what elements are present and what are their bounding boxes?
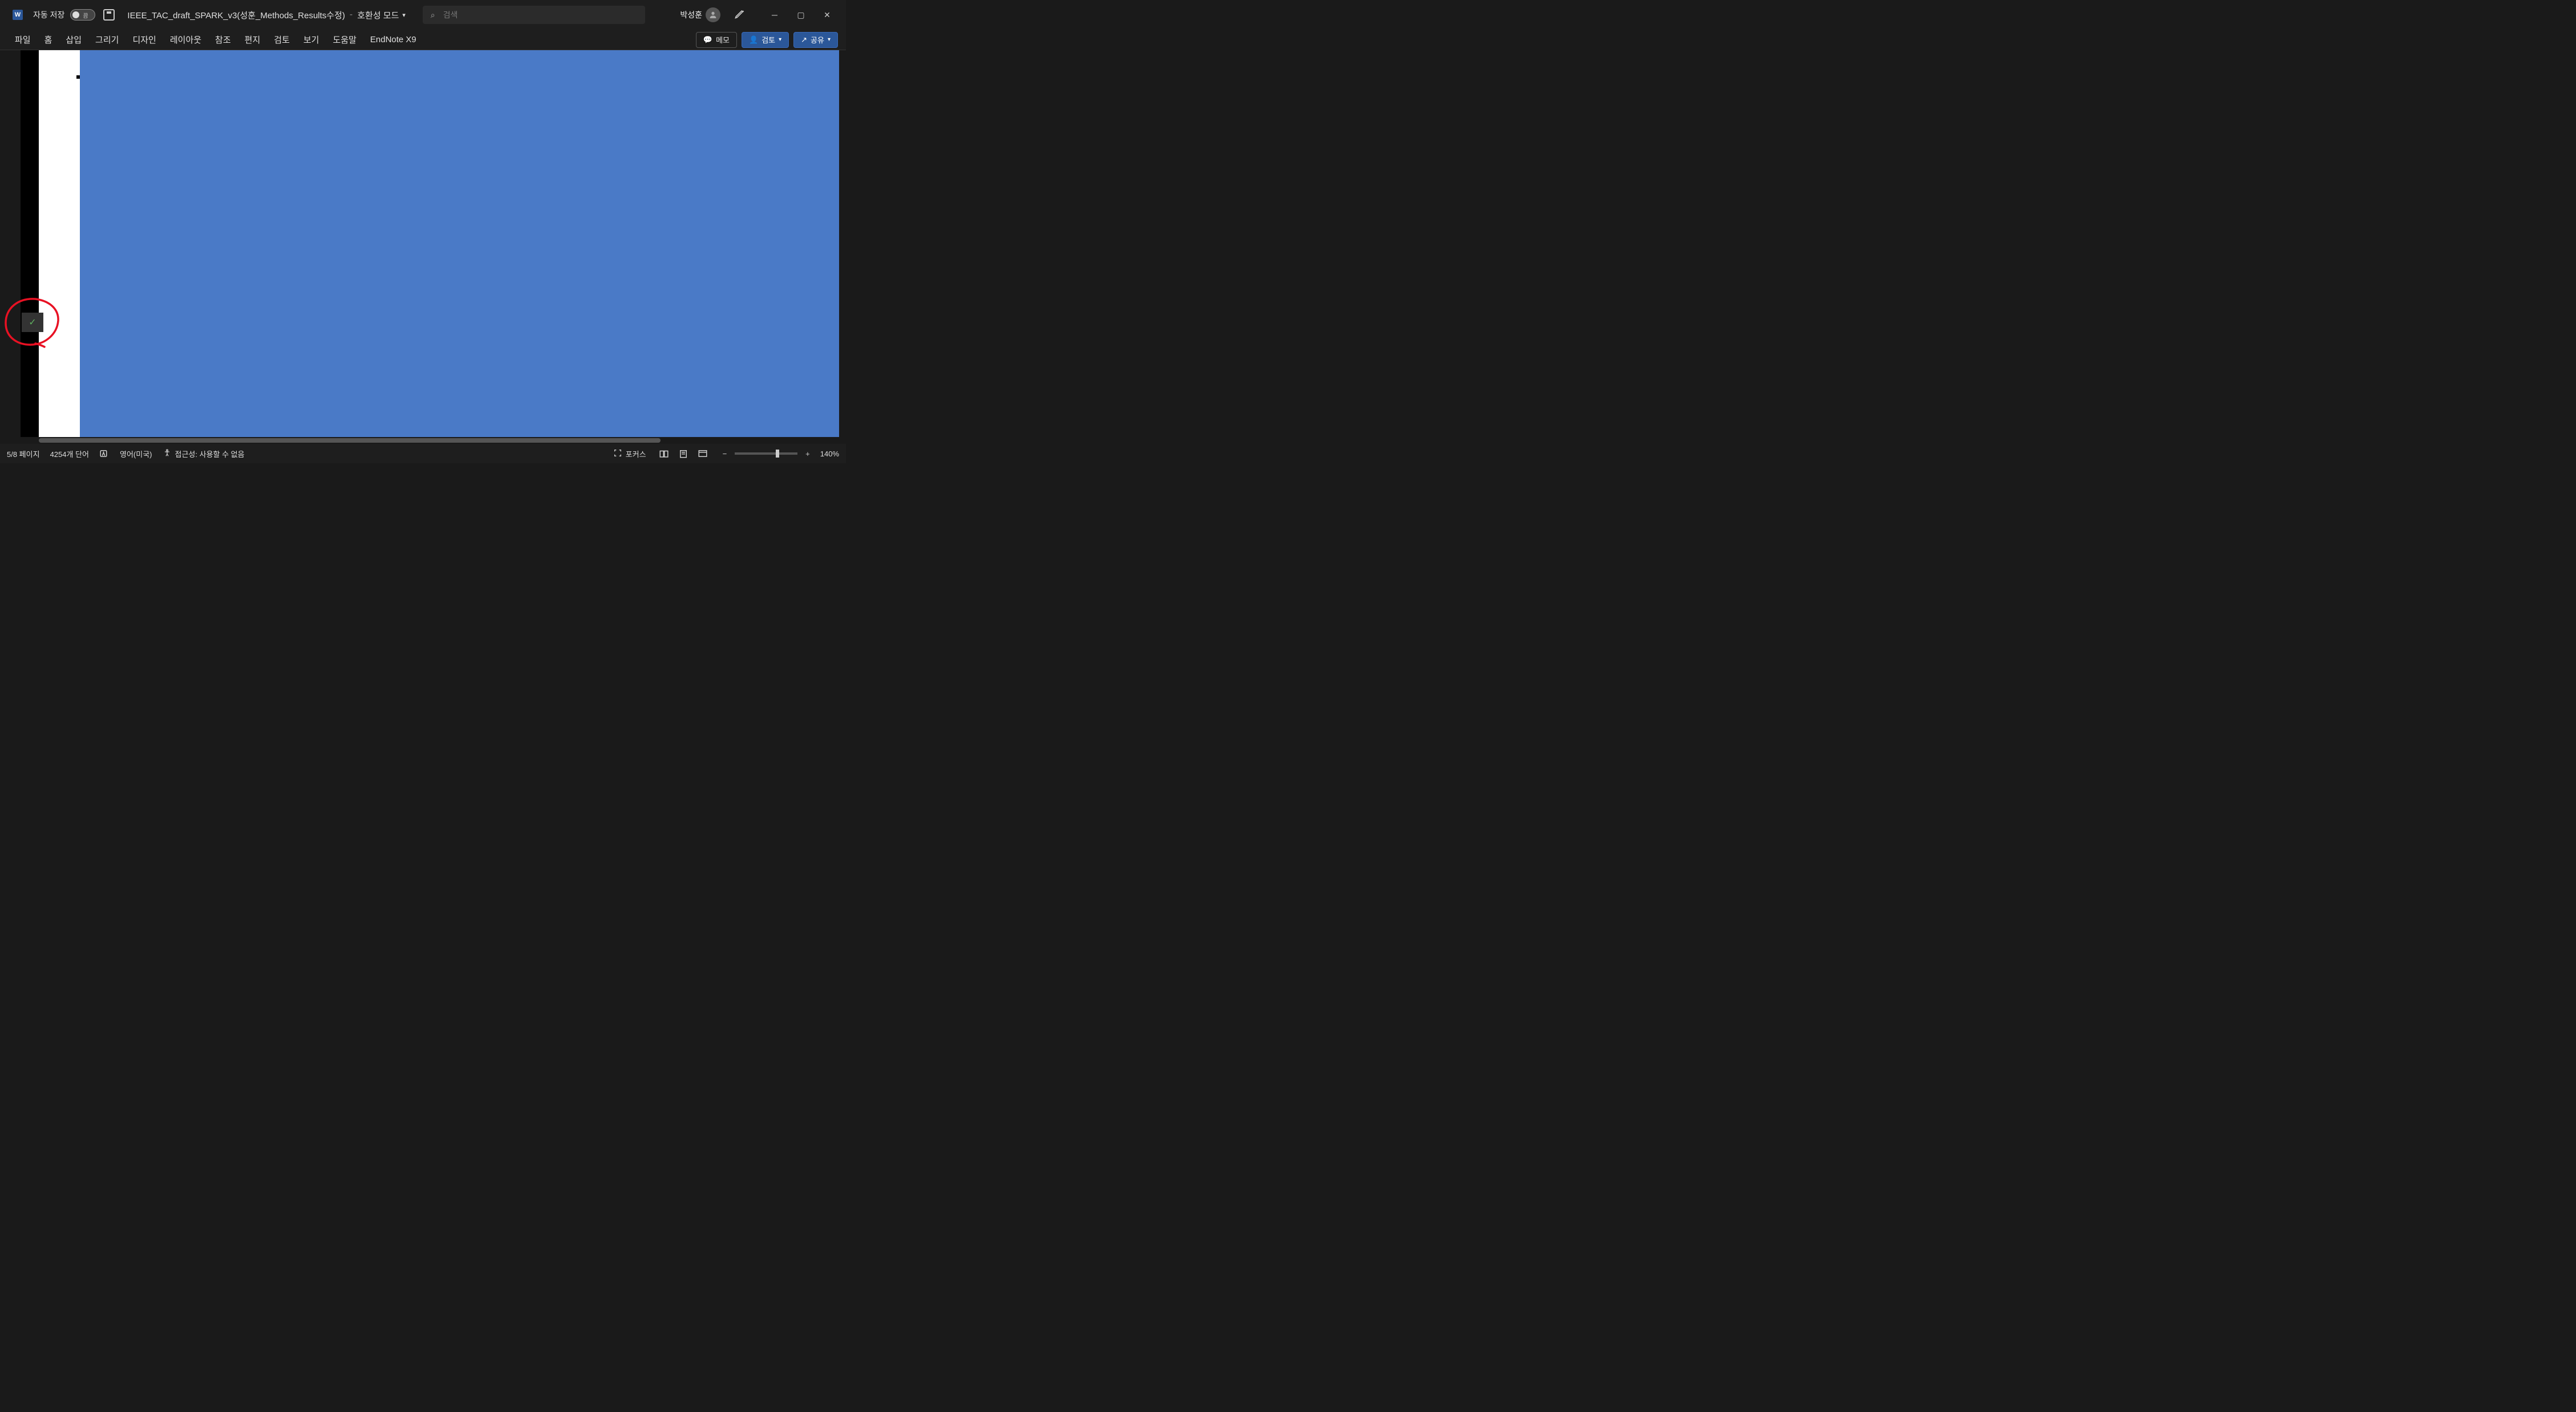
compatibility-mode[interactable]: 호환성 모드 ▾	[357, 9, 406, 21]
tab-help[interactable]: 도움말	[326, 30, 363, 49]
maximize-button[interactable]: ▢	[788, 6, 814, 24]
tab-endnote[interactable]: EndNote X9	[363, 31, 423, 48]
title-bar: W 자동 저장 끔 IEEE_TAC_draft_SPARK_v3(성훈_Met…	[0, 0, 846, 30]
chevron-down-icon: ▾	[779, 37, 781, 43]
tab-home[interactable]: 홈	[38, 30, 59, 49]
zoom-slider[interactable]	[735, 452, 797, 455]
tab-design[interactable]: 디자인	[125, 30, 163, 49]
autosave-label: 자동 저장	[33, 9, 64, 21]
user-name[interactable]: 박성훈	[680, 9, 702, 21]
share-icon: ↗	[801, 35, 807, 44]
autosave-state: 끔	[83, 11, 88, 19]
language-indicator[interactable]: 영어(미국)	[120, 448, 152, 459]
minimize-button[interactable]: ─	[762, 6, 788, 24]
word-app-icon: W	[13, 10, 23, 20]
zoom-slider-thumb[interactable]	[776, 450, 779, 458]
document-title[interactable]: IEEE_TAC_draft_SPARK_v3(성훈_Methods_Resul…	[127, 9, 345, 21]
status-bar: 5/8 페이지 4254개 단어 영어(미국) 접근성: 사용할 수 없음 포커…	[0, 444, 846, 463]
horizontal-scrollbar[interactable]	[21, 437, 839, 444]
focus-icon	[613, 448, 622, 459]
search-icon: ⌕	[431, 10, 435, 20]
review-button[interactable]: 👤 검토 ▾	[742, 32, 789, 48]
accessibility-status[interactable]: 접근성: 사용할 수 없음	[163, 448, 245, 459]
tab-layout[interactable]: 레이아웃	[163, 30, 208, 49]
scrollbar-thumb[interactable]	[39, 438, 661, 443]
tab-references[interactable]: 참조	[208, 30, 238, 49]
read-mode-button[interactable]	[655, 447, 673, 460]
zoom-out-button[interactable]: −	[718, 450, 732, 458]
autosave-toggle[interactable]: 끔	[70, 9, 95, 21]
zoom-in-button[interactable]: +	[801, 450, 815, 458]
search-input[interactable]	[443, 10, 637, 19]
toggle-knob	[72, 11, 79, 18]
chevron-down-icon: ▾	[828, 37, 831, 43]
web-layout-button[interactable]	[694, 447, 711, 460]
chevron-down-icon: ▾	[402, 11, 406, 19]
person-icon: 👤	[749, 35, 758, 44]
pen-icon[interactable]	[734, 8, 746, 22]
focus-mode-button[interactable]: 포커스	[613, 448, 646, 459]
comment-icon: 💬	[703, 35, 712, 44]
separator: -	[350, 10, 353, 20]
share-button[interactable]: ↗ 공유 ▾	[793, 32, 838, 48]
tab-file[interactable]: 파일	[8, 30, 38, 49]
tab-view[interactable]: 보기	[297, 30, 326, 49]
tab-mailings[interactable]: 편지	[238, 30, 268, 49]
user-avatar[interactable]	[706, 7, 720, 22]
tab-draw[interactable]: 그리기	[88, 30, 125, 49]
zoom-level[interactable]: 140%	[820, 450, 839, 458]
check-icon: ✓	[29, 317, 36, 328]
memo-button[interactable]: 💬 메모	[696, 32, 737, 48]
accessibility-icon	[163, 448, 172, 459]
accept-change-button[interactable]: ✓	[22, 313, 43, 332]
page-margin	[39, 50, 80, 437]
page-indicator[interactable]: 5/8 페이지	[7, 448, 40, 459]
tab-review[interactable]: 검토	[267, 30, 297, 49]
zoom-controls: − + 140%	[718, 450, 839, 458]
save-button[interactable]	[103, 9, 115, 21]
selected-content[interactable]	[80, 50, 839, 437]
word-count[interactable]: 4254개 단어	[50, 448, 89, 459]
text-marker	[76, 75, 80, 79]
ribbon-tabs: 파일 홈 삽입 그리기 디자인 레이아웃 참조 편지 검토 보기 도움말 End…	[0, 30, 846, 50]
print-layout-button[interactable]	[675, 447, 692, 460]
spellcheck-icon[interactable]	[99, 448, 110, 459]
tab-insert[interactable]: 삽입	[59, 30, 88, 49]
search-box[interactable]: ⌕	[423, 6, 645, 24]
document-area[interactable]	[21, 50, 839, 444]
close-button[interactable]: ✕	[814, 6, 840, 24]
